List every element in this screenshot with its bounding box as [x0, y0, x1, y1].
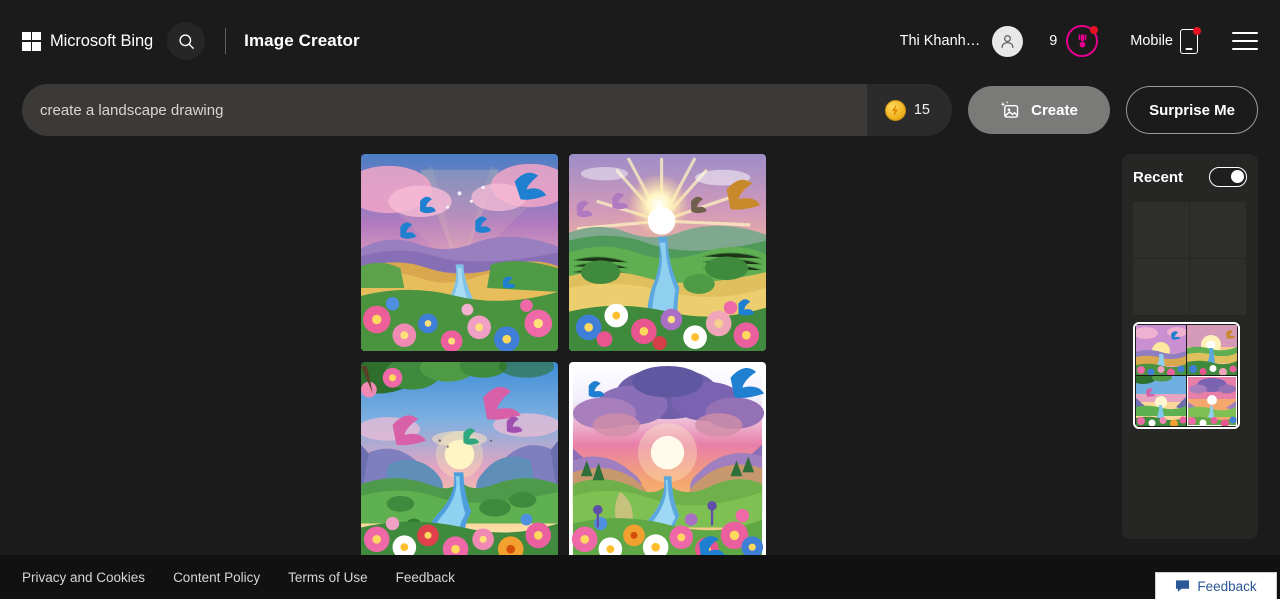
- prompt-toolbar: 15 Create Surprise Me: [0, 84, 1280, 136]
- hamburger-menu-button[interactable]: [1232, 32, 1258, 50]
- recent-thumb-cell-2: [1187, 325, 1237, 375]
- generated-image-1[interactable]: [360, 154, 558, 351]
- feedback-button-label: Feedback: [1197, 578, 1257, 594]
- header-actions: Thi Khanh… 9 Mobile: [900, 25, 1258, 57]
- thumb-artwork-4: [1187, 376, 1237, 426]
- app-header: Microsoft Bing Image Creator Thi Khanh… …: [0, 0, 1280, 82]
- boost-counter[interactable]: 15: [866, 84, 952, 136]
- image-results-grid: [360, 154, 766, 559]
- feedback-button[interactable]: Feedback: [1155, 572, 1277, 599]
- generated-image-4[interactable]: [568, 362, 766, 559]
- surprise-me-label: Surprise Me: [1149, 101, 1235, 119]
- mobile-link[interactable]: Mobile: [1130, 26, 1201, 54]
- footer-link-content-policy[interactable]: Content Policy: [173, 570, 260, 585]
- footer: Privacy and Cookies Content Policy Terms…: [0, 555, 1280, 599]
- page-title: Image Creator: [244, 31, 360, 50]
- rewards-points-count[interactable]: 9: [1049, 33, 1057, 49]
- thumb-artwork-1: [1136, 325, 1186, 375]
- main-content: Recent: [0, 136, 1280, 559]
- rewards-medal-icon: [1078, 33, 1087, 47]
- hamburger-menu-icon: [1232, 32, 1258, 34]
- landscape-artwork-4: [568, 362, 766, 559]
- bing-brand-link[interactable]: Microsoft Bing: [22, 31, 154, 51]
- boost-coin-icon: [884, 99, 906, 121]
- header-divider: [225, 28, 227, 54]
- lightning-bolt-icon: [892, 104, 899, 116]
- user-name-label[interactable]: Thi Khanh…: [900, 33, 981, 49]
- landscape-artwork-1: [360, 154, 558, 351]
- recent-thumb-cell-4: [1187, 376, 1237, 426]
- image-sparkle-icon: [1000, 100, 1019, 118]
- phone-icon: [1180, 26, 1201, 54]
- surprise-me-button[interactable]: Surprise Me: [1126, 86, 1258, 134]
- brand-name-label: Microsoft Bing: [50, 31, 154, 50]
- generated-image-3[interactable]: [360, 362, 558, 559]
- footer-link-terms[interactable]: Terms of Use: [288, 570, 368, 585]
- person-icon: [1001, 34, 1014, 48]
- recent-panel: Recent: [1122, 154, 1258, 539]
- prompt-input[interactable]: [40, 101, 867, 119]
- mobile-notification-dot: [1193, 26, 1201, 35]
- generated-image-2[interactable]: [568, 154, 766, 351]
- create-button[interactable]: Create: [968, 86, 1110, 134]
- footer-link-privacy[interactable]: Privacy and Cookies: [22, 570, 145, 585]
- rewards-notification-dot: [1090, 26, 1099, 34]
- rewards-badge-button[interactable]: [1066, 25, 1099, 57]
- thumb-artwork-2: [1187, 325, 1237, 375]
- speech-bubble-icon: [1176, 580, 1190, 592]
- thumb-artwork-3: [1136, 376, 1186, 426]
- avatar[interactable]: [992, 25, 1024, 57]
- landscape-artwork-3: [360, 362, 558, 559]
- recent-toggle[interactable]: [1209, 167, 1247, 187]
- recent-placeholder-thumbnail[interactable]: [1133, 202, 1246, 315]
- boost-count-label: 15: [913, 102, 930, 118]
- search-button[interactable]: [167, 22, 206, 60]
- prompt-field-wrapper[interactable]: [22, 84, 867, 136]
- microsoft-logo-icon: [22, 31, 41, 51]
- search-icon: [179, 33, 194, 49]
- recent-panel-header: Recent: [1133, 167, 1247, 187]
- recent-title: Recent: [1133, 168, 1184, 186]
- recent-thumbnail-landscape[interactable]: [1133, 322, 1240, 429]
- footer-link-feedback[interactable]: Feedback: [396, 570, 455, 585]
- recent-toggle-knob: [1230, 170, 1244, 183]
- recent-thumb-cell-1: [1136, 325, 1186, 375]
- recent-thumb-cell-3: [1136, 376, 1186, 426]
- landscape-artwork-2: [568, 154, 766, 351]
- results-area: [22, 154, 1104, 559]
- mobile-label: Mobile: [1130, 33, 1173, 49]
- create-button-label: Create: [1031, 101, 1078, 119]
